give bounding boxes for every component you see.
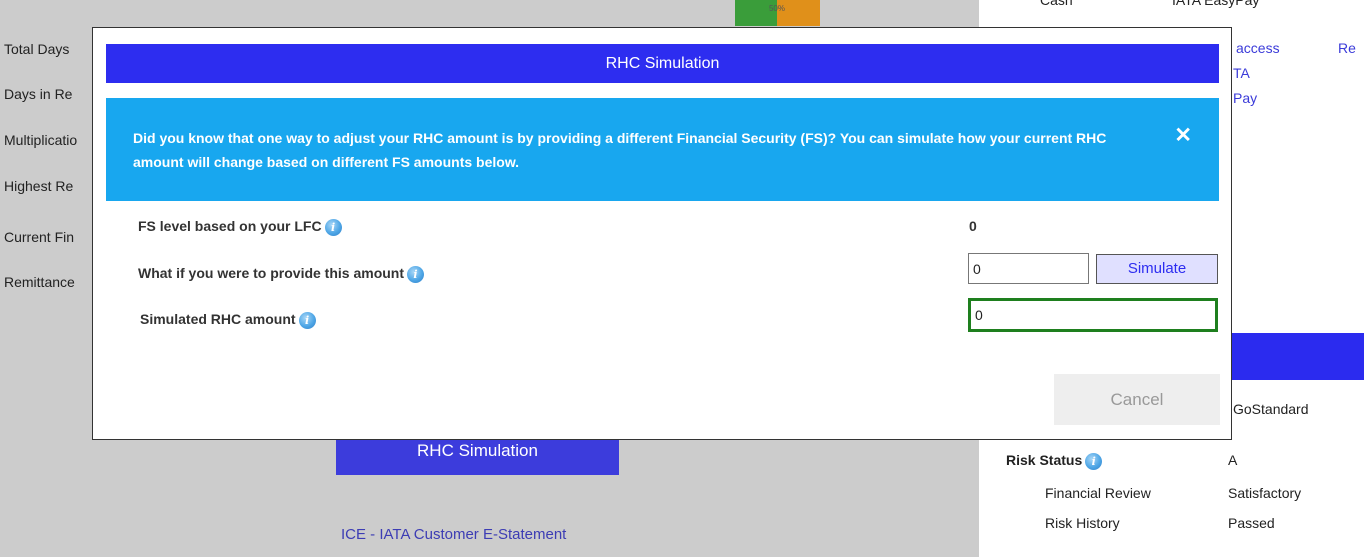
link-access[interactable]: access xyxy=(1236,40,1280,56)
info-icon[interactable]: i xyxy=(1085,452,1103,470)
label-multiplication: Multiplicatio xyxy=(4,132,78,148)
risk-status-label: Risk Status i xyxy=(1006,452,1103,470)
info-banner-text: Did you know that one way to adjust your… xyxy=(133,130,1107,170)
financial-review-label: Financial Review xyxy=(1045,485,1151,501)
label-remittance: Remittance xyxy=(4,274,75,290)
label-highest-re: Highest Re xyxy=(4,178,74,194)
info-icon[interactable]: i xyxy=(407,265,425,283)
info-icon[interactable]: i xyxy=(298,311,316,329)
modal-title: RHC Simulation xyxy=(106,44,1219,83)
modal-info-banner: Did you know that one way to adjust your… xyxy=(106,98,1219,201)
link-re[interactable]: Re xyxy=(1338,40,1356,56)
gauge-label: 50% xyxy=(769,4,785,13)
info-icon[interactable]: i xyxy=(324,218,342,236)
label-current-fin: Current Fin xyxy=(4,229,75,245)
simulated-rhc-output[interactable] xyxy=(968,298,1218,332)
link-iata[interactable]: TA xyxy=(1233,65,1250,81)
fs-level-label: FS level based on your LFC i xyxy=(138,218,342,236)
fs-level-value: 0 xyxy=(969,218,977,234)
link-easypay[interactable]: Pay xyxy=(1233,90,1257,106)
simulate-button[interactable]: Simulate xyxy=(1096,254,1218,284)
risk-history-label: Risk History xyxy=(1045,515,1120,531)
simulated-rhc-label: Simulated RHC amount i xyxy=(140,311,316,329)
gauge-chart: 50% xyxy=(735,0,820,26)
financial-review-value: Satisfactory xyxy=(1228,485,1302,501)
ice-statement-link[interactable]: ICE - IATA Customer E-Statement xyxy=(341,526,566,543)
section-header-bar xyxy=(1230,333,1364,380)
label-days-in-re: Days in Re xyxy=(4,86,73,102)
column-header-cash: Cash xyxy=(1040,0,1073,8)
close-icon[interactable]: ✕ xyxy=(1174,123,1192,148)
label-gostandard: GoStandard xyxy=(1233,401,1309,417)
label-total-days: Total Days xyxy=(4,41,70,57)
cancel-button[interactable]: Cancel xyxy=(1054,374,1220,425)
column-header-easypay: IATA EasyPay xyxy=(1172,0,1260,8)
risk-history-value: Passed xyxy=(1228,515,1275,531)
risk-status-value: A xyxy=(1228,452,1238,468)
fs-amount-input[interactable] xyxy=(968,253,1089,284)
what-if-label: What if you were to provide this amount i xyxy=(138,265,425,283)
